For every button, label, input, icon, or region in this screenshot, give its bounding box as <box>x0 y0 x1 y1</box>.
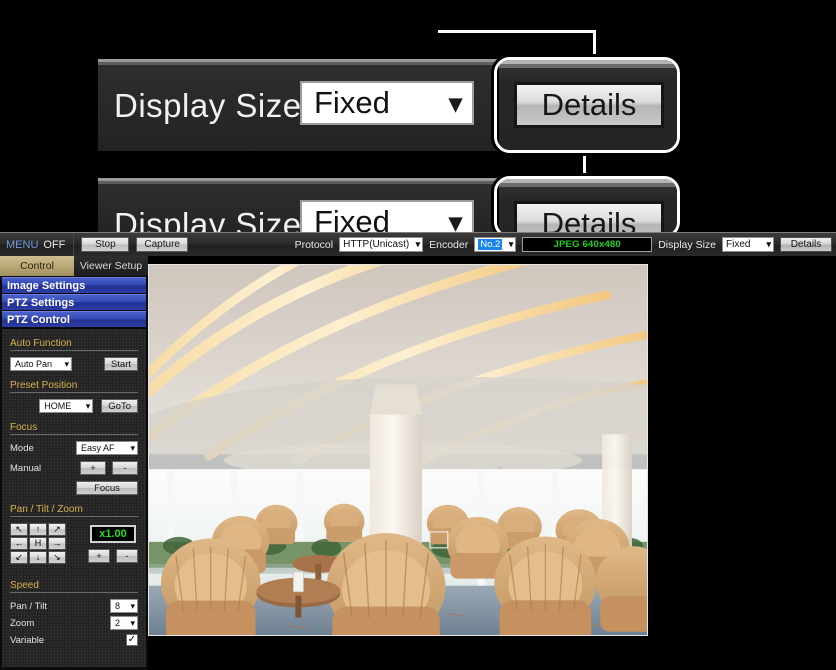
pan-down-right-button[interactable]: ↘ <box>48 551 66 564</box>
details-button[interactable]: Details <box>780 237 832 252</box>
pan-up-left-button[interactable]: ↖ <box>10 523 28 536</box>
zoom-level-display: x1.00 <box>90 525 136 543</box>
auto-function-start-button[interactable]: Start <box>103 357 138 371</box>
cursor-pointer-icon <box>780 457 793 473</box>
menu-label: MENU <box>6 238 39 251</box>
display-size-select[interactable]: Fixed ▾ <box>722 237 774 252</box>
auto-function-heading: Auto Function <box>10 338 138 351</box>
details-button-highlight-ring-secondary: Details <box>494 176 680 238</box>
camera-viewer-window: MENU OFF Stop Capture Protocol HTTP(Unic… <box>0 232 836 670</box>
chevron-down-icon: ▾ <box>448 88 462 118</box>
speed-pan-tilt-value: 8 <box>115 601 121 611</box>
sidebar-item-ptz-settings[interactable]: PTZ Settings <box>2 294 146 310</box>
encoder-label: Encoder <box>429 238 469 251</box>
preset-position-select[interactable]: HOME ▾ <box>39 399 94 413</box>
menu-state: OFF <box>43 238 66 251</box>
direction-pad: ↖ ↑ ↗ ← H → ↙ ↓ ↘ <box>10 523 66 564</box>
focus-mode-select[interactable]: Easy AF ▾ <box>76 441 138 455</box>
focus-manual-label: Manual <box>10 462 42 474</box>
chevron-down-icon: ▾ <box>130 600 135 611</box>
zoom-buttons: + - <box>88 549 138 563</box>
sidebar-tabs: Control Viewer Setup <box>0 256 148 276</box>
focus-far-button[interactable]: - <box>112 461 138 475</box>
chevron-down-icon: ▾ <box>130 442 135 453</box>
focus-mode-label: Mode <box>10 442 34 454</box>
video-stream-view[interactable] <box>148 264 648 636</box>
chevron-down-icon: ▾ <box>130 617 135 628</box>
speed-variable-label: Variable <box>10 634 45 646</box>
preset-position-value: HOME <box>44 401 72 411</box>
stream-status-display: JPEG 640x480 <box>522 237 653 252</box>
focus-mode-value: Easy AF <box>81 443 115 453</box>
protocol-label: Protocol <box>294 238 334 251</box>
encoder-select[interactable]: No.2 ▾ <box>474 237 517 252</box>
speed-pan-tilt-label: Pan / Tilt <box>10 600 47 612</box>
speed-zoom-select[interactable]: 2 ▾ <box>110 616 138 630</box>
focus-button[interactable]: Focus <box>76 481 138 495</box>
preset-goto-button[interactable]: GoTo <box>101 399 138 413</box>
display-size-value: Fixed <box>726 239 751 250</box>
speed-zoom-value: 2 <box>115 618 121 628</box>
screenshot-root: Display Size Fixed ▾ Details Display Siz… <box>0 0 836 670</box>
display-size-label: Display Size <box>658 238 716 251</box>
sidebar-item-image-settings[interactable]: Image Settings <box>2 277 146 293</box>
focus-action-row: Focus <box>10 481 138 495</box>
speed-heading: Speed <box>10 580 138 593</box>
magnified-display-size-label: Display Size <box>114 87 302 124</box>
toolbar-right-group: Protocol HTTP(Unicast) ▾ Encoder No.2 ▾ … <box>295 237 836 252</box>
magnified-details-button[interactable]: Details <box>514 82 664 128</box>
live-video-frame <box>149 265 647 635</box>
callout-connector-top-horizontal <box>438 30 596 33</box>
ptz-controls-row: ↖ ↑ ↗ ← H → ↙ ↓ ↘ x1.00 + - <box>10 523 138 564</box>
top-toolbar: MENU OFF Stop Capture Protocol HTTP(Unic… <box>0 232 836 257</box>
stop-button[interactable]: Stop <box>81 237 130 252</box>
home-button[interactable]: H <box>29 537 47 550</box>
variable-speed-checkbox[interactable]: ✓ <box>126 634 138 646</box>
speed-variable-row: Variable ✓ <box>10 634 138 646</box>
focus-manual-buttons: + - <box>80 461 138 475</box>
preset-position-heading: Preset Position <box>10 380 138 393</box>
auto-function-select[interactable]: Auto Pan ▾ <box>10 357 72 371</box>
tab-control[interactable]: Control <box>0 256 74 276</box>
chevron-down-icon: ▾ <box>508 239 514 249</box>
tilt-down-button[interactable]: ↓ <box>29 551 47 564</box>
encoder-value: No.2 <box>478 239 503 250</box>
zoom-in-button[interactable]: + <box>88 549 110 563</box>
pan-down-left-button[interactable]: ↙ <box>10 551 28 564</box>
details-button-highlight-ring: Details <box>494 57 680 153</box>
auto-function-value: Auto Pan <box>15 359 53 369</box>
ptz-control-panel: Auto Function Auto Pan ▾ Start Preset Po… <box>2 329 146 667</box>
magnified-display-size-select[interactable]: Fixed ▾ <box>300 81 474 125</box>
menu-indicator[interactable]: MENU OFF <box>0 239 73 251</box>
pan-up-right-button[interactable]: ↗ <box>48 523 66 536</box>
zoom-out-button[interactable]: - <box>116 549 138 563</box>
focus-heading: Focus <box>10 422 138 435</box>
tilt-up-button[interactable]: ↑ <box>29 523 47 536</box>
auto-function-row: Auto Pan ▾ Start <box>10 357 138 371</box>
chevron-down-icon: ▾ <box>85 400 91 411</box>
pan-right-button[interactable]: → <box>48 537 66 550</box>
speed-pan-tilt-select[interactable]: 8 ▾ <box>110 599 138 613</box>
preset-position-row: HOME ▾ GoTo <box>10 399 138 413</box>
zoom-controls: x1.00 + - <box>88 525 138 563</box>
focus-near-button[interactable]: + <box>80 461 106 475</box>
speed-pan-tilt-row: Pan / Tilt 8 ▾ <box>10 599 138 613</box>
chevron-down-icon: ▾ <box>415 239 421 249</box>
protocol-select[interactable]: HTTP(Unicast) ▾ <box>339 237 424 252</box>
capture-button[interactable]: Capture <box>136 237 188 252</box>
protocol-value: HTTP(Unicast) <box>343 239 410 250</box>
ptz-heading: Pan / Tilt / Zoom <box>10 504 138 517</box>
speed-zoom-row: Zoom 2 ▾ <box>10 616 138 630</box>
toolbar-divider <box>73 232 75 257</box>
focus-mode-row: Mode Easy AF ▾ <box>10 441 138 455</box>
magnified-display-size-value: Fixed <box>314 85 390 120</box>
chevron-down-icon: ▾ <box>64 358 69 369</box>
chevron-down-icon: ▾ <box>766 239 771 249</box>
speed-zoom-label: Zoom <box>10 617 35 629</box>
tab-viewer-setup[interactable]: Viewer Setup <box>74 256 148 276</box>
pan-left-button[interactable]: ← <box>10 537 28 550</box>
control-sidebar: Control Viewer Setup Image Settings PTZ … <box>0 256 148 670</box>
focus-manual-row: Manual + - <box>10 461 138 475</box>
sidebar-item-ptz-control[interactable]: PTZ Control <box>2 311 146 327</box>
